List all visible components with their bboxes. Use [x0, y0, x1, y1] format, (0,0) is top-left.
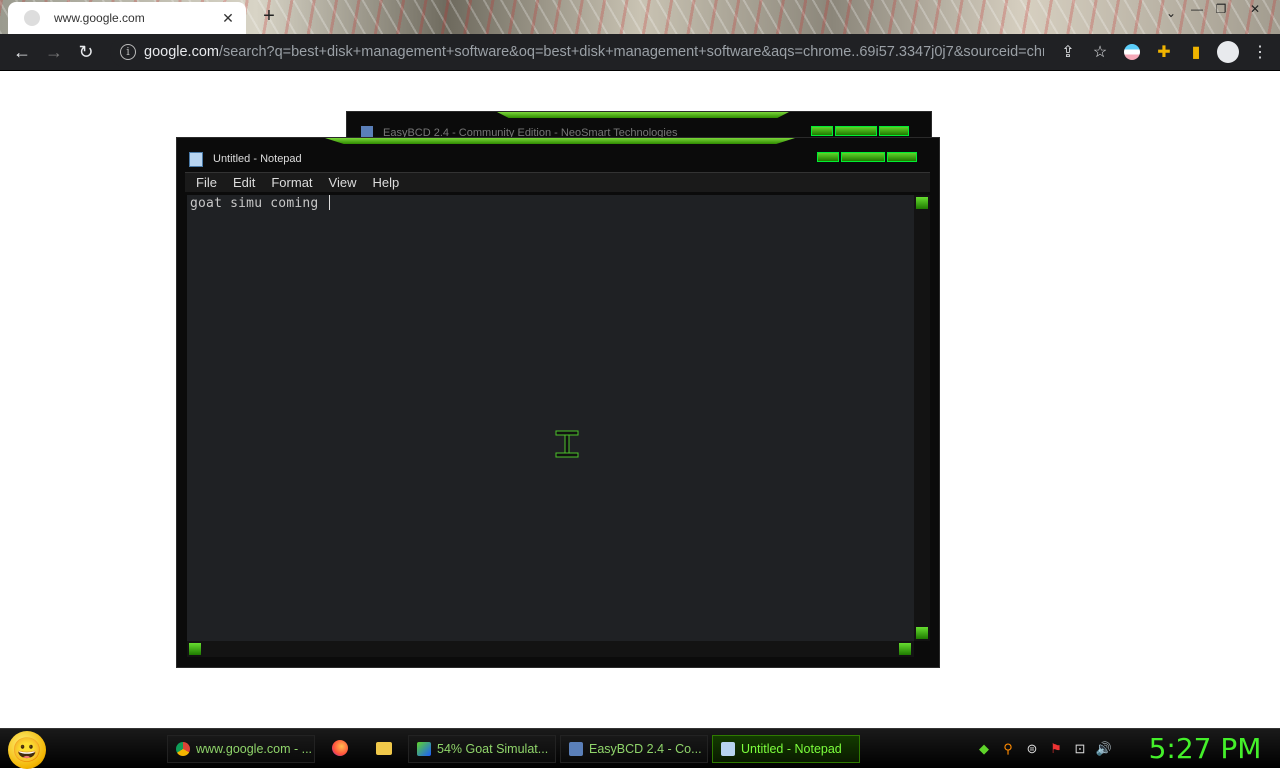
notepad-text-area[interactable]: goat simu coming — [187, 195, 914, 641]
task-notepad[interactable]: Untitled - Notepad — [712, 735, 860, 763]
profile-avatar-icon[interactable] — [1214, 37, 1242, 67]
chrome-menu-icon[interactable]: ⋮ — [1246, 37, 1274, 67]
browser-tab-strip: www.google.com ✕ + ⌄ — ❐ ✕ — [0, 0, 1280, 34]
task-goat-simulator-download[interactable]: 54% Goat Simulat... — [408, 735, 556, 763]
extension-flag-icon[interactable] — [1118, 37, 1146, 67]
bookmark-star-icon[interactable]: ☆ — [1086, 37, 1114, 67]
search-tray-icon[interactable]: ⚲ — [1000, 741, 1016, 757]
task-label: www.google.com - ... — [196, 742, 313, 756]
taskbar: 😀 www.google.com - ... 54% Goat Simulat.… — [0, 728, 1280, 769]
menu-view[interactable]: View — [321, 175, 365, 190]
task-label: Untitled - Notepad — [741, 742, 842, 756]
network-tray-icon[interactable]: ◆ — [976, 741, 992, 757]
notepad-app-icon — [189, 152, 203, 167]
task-chrome[interactable]: www.google.com - ... — [167, 735, 315, 763]
taskbar-clock[interactable]: 5:27 PM — [1140, 733, 1270, 765]
download-icon — [417, 742, 431, 756]
notepad-text-line: goat simu coming — [190, 195, 331, 211]
firefox-icon[interactable] — [331, 739, 349, 757]
easybcd-maximize-button[interactable] — [835, 126, 877, 136]
share-icon[interactable]: ⇪ — [1054, 37, 1082, 67]
action-center-flag-icon[interactable]: ⚑ — [1048, 741, 1064, 757]
volume-icon[interactable]: 🔊 — [1096, 741, 1112, 757]
scroll-down-button[interactable] — [916, 627, 928, 639]
chat-tray-icon[interactable]: ⊜ — [1024, 741, 1040, 757]
menu-file[interactable]: File — [188, 175, 225, 190]
notepad-minimize-button[interactable] — [817, 152, 839, 162]
extensions-puzzle-icon[interactable]: ✚ — [1150, 37, 1178, 67]
menu-edit[interactable]: Edit — [225, 175, 263, 190]
notepad-menu-bar: File Edit Format View Help — [185, 172, 930, 192]
toolbar-divider — [0, 70, 1280, 71]
task-label: 54% Goat Simulat... — [437, 742, 549, 756]
minimize-window-button[interactable]: — — [1186, 2, 1208, 16]
menu-help[interactable]: Help — [364, 175, 407, 190]
vertical-scrollbar[interactable] — [914, 195, 930, 641]
forward-button[interactable]: → — [38, 37, 70, 69]
scroll-right-button[interactable] — [899, 643, 911, 655]
start-button-smiley-icon[interactable]: 😀 — [8, 731, 46, 769]
easybcd-minimize-button[interactable] — [811, 126, 833, 136]
network-connection-icon[interactable]: ⊡ — [1072, 741, 1088, 757]
url-text[interactable]: google.com/search?q=best+disk+management… — [144, 44, 1044, 60]
close-window-button[interactable]: ✕ — [1244, 2, 1266, 16]
window-title-glow — [325, 138, 795, 144]
scroll-up-button[interactable] — [916, 197, 928, 209]
task-easybcd[interactable]: EasyBCD 2.4 - Co... — [560, 735, 708, 763]
browser-tab[interactable]: www.google.com ✕ — [8, 2, 246, 34]
restore-window-button[interactable]: ❐ — [1210, 2, 1232, 16]
notepad-window[interactable]: Untitled - Notepad File Edit Format View… — [176, 137, 940, 668]
close-tab-icon[interactable]: ✕ — [220, 10, 236, 27]
browser-toolbar: ← → ↻ i google.com/search?q=best+disk+ma… — [0, 34, 1280, 71]
task-label: EasyBCD 2.4 - Co... — [589, 742, 702, 756]
notepad-maximize-button[interactable] — [841, 152, 885, 162]
site-info-icon[interactable]: i — [120, 44, 136, 60]
scroll-left-button[interactable] — [189, 643, 201, 655]
notepad-window-title: Untitled - Notepad — [213, 153, 302, 165]
url-host: google.com — [144, 44, 219, 60]
url-path: /search?q=best+disk+management+software&… — [218, 44, 1044, 60]
chrome-icon — [176, 742, 190, 756]
side-panel-icon[interactable]: ▮ — [1182, 37, 1210, 67]
google-favicon-icon — [24, 10, 40, 26]
easybcd-icon — [569, 742, 583, 756]
text-caret — [329, 195, 331, 210]
notepad-close-button[interactable] — [887, 152, 917, 162]
file-explorer-icon[interactable] — [375, 739, 393, 757]
notepad-content: goat simu coming — [190, 196, 327, 211]
tab-search-icon[interactable]: ⌄ — [1160, 6, 1182, 20]
tab-title: www.google.com — [54, 11, 145, 25]
reload-button[interactable]: ↻ — [70, 37, 102, 69]
back-button[interactable]: ← — [6, 37, 38, 69]
window-title-glow — [497, 112, 789, 118]
menu-format[interactable]: Format — [263, 175, 320, 190]
address-bar[interactable]: i google.com/search?q=best+disk+manageme… — [110, 37, 1110, 67]
ibeam-cursor-icon — [555, 430, 579, 458]
notepad-icon — [721, 742, 735, 756]
horizontal-scrollbar[interactable] — [187, 641, 914, 657]
new-tab-button[interactable]: + — [258, 6, 280, 28]
easybcd-close-button[interactable] — [879, 126, 909, 136]
